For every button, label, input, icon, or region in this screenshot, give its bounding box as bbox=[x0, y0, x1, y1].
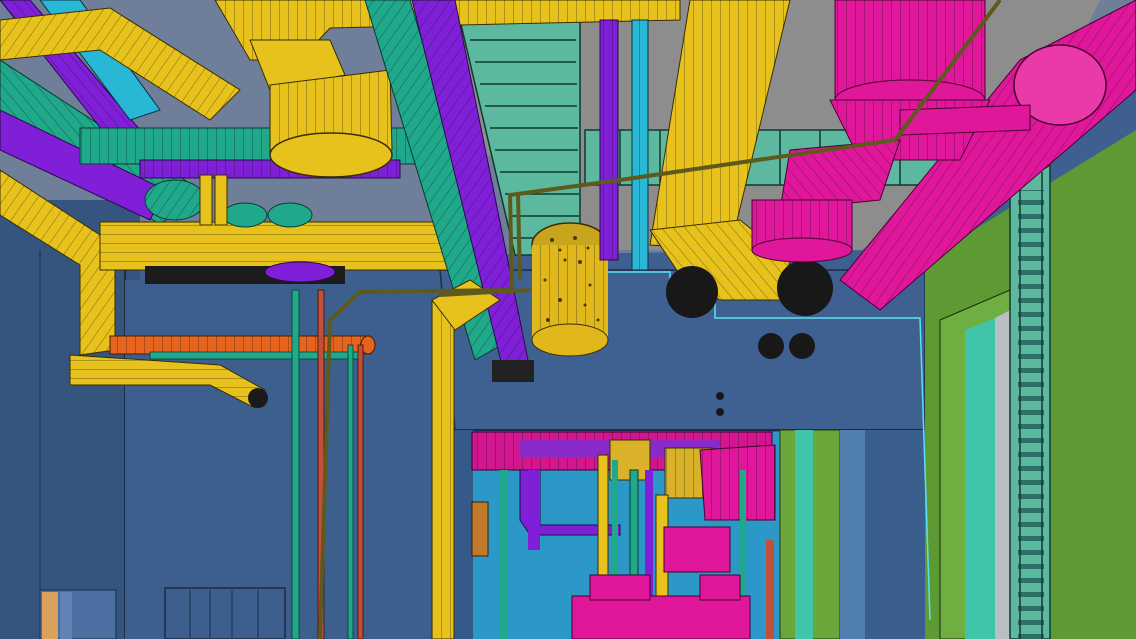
magenta-equipment-base bbox=[571, 595, 751, 639]
speckled-tank bbox=[531, 222, 609, 357]
bim-scene bbox=[0, 0, 1136, 639]
sleeve-1 bbox=[758, 333, 784, 359]
door-jamb-teal bbox=[965, 318, 995, 639]
magenta-unit bbox=[663, 526, 731, 573]
model-viewport[interactable] bbox=[0, 0, 1136, 639]
sleeve-2 bbox=[789, 333, 815, 359]
duct-opening-1 bbox=[666, 266, 718, 318]
central-wall bbox=[125, 280, 435, 639]
cable-ladder-vertical bbox=[1009, 163, 1051, 639]
duct-opening-2 bbox=[777, 260, 833, 316]
